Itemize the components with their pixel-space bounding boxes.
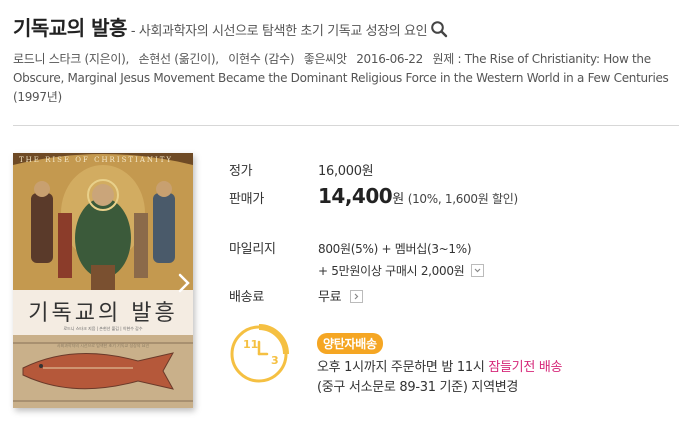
list-price-label: 정가 (229, 164, 253, 179)
book-title: 기독교의 발흥 (13, 16, 127, 40)
shipping-label: 배송료 (229, 290, 264, 305)
list-price-row: 정가 16,000원 (229, 160, 374, 179)
book-cover[interactable]: THE RISE OF CHRISTIANITY 기독교의 발흥 로드니 스타크… (13, 153, 193, 408)
title-row: 기독교의 발흥 - 사회과학자의 시선으로 탐색한 초기 기독교 성장의 요인 (13, 12, 448, 41)
cover-title-text: 기독교의 발흥 (28, 301, 178, 326)
publish-date: 2016-06-22 (356, 52, 423, 66)
shipping-row: 배송료 무료 (229, 286, 364, 305)
clock-number-3: 3 (271, 354, 279, 367)
translator-link[interactable]: 손현선 (옮긴이), (138, 52, 219, 66)
shipping-info-button[interactable] (350, 290, 364, 303)
book-subtitle: - 사회과학자의 시선으로 탐색한 초기 기독교 성장의 요인 (130, 24, 428, 39)
discount-info: (10%, 1,600원 할인) (407, 192, 518, 206)
sale-price-label: 판매가 (229, 192, 264, 207)
publisher-link[interactable]: 좋은씨앗 (304, 52, 347, 66)
cover-authors-text: 로드니 스타크 지음 | 손현선 옮김 | 이현수 감수 (63, 326, 143, 331)
cover-tagline-text: 사회과학자의 시선으로 탐색한 초기 기독교 성장의 요인 (56, 343, 150, 348)
mileage-row: 마일리지 800원(5%) + 멤버십(3~1%) (229, 238, 472, 257)
shipping-value: 무료 (318, 290, 342, 305)
mileage-expand-button[interactable] (471, 264, 485, 277)
sale-price-row: 판매가 14,400원 (10%, 1,600원 할인) (229, 184, 518, 208)
mileage-value: 800원(5%) + 멤버십(3~1%) (318, 242, 472, 256)
author-link[interactable]: 로드니 스타크 (지은이), (13, 52, 129, 66)
delivery-info: 오후 1시까지 주문하면 밤 11시 잠들기전 배송 (317, 356, 562, 375)
divider (13, 125, 679, 126)
mileage-extra-row: + 5만원이상 구매시 2,000원 (318, 262, 485, 279)
delivery-badge: 양탄자배송 (317, 333, 383, 354)
list-price-value: 16,000원 (318, 164, 374, 179)
search-icon[interactable] (430, 20, 448, 38)
delivery-region[interactable]: (중구 서소문로 89-31 기준) 지역변경 (317, 376, 518, 395)
clock-number-11: 11 (243, 338, 258, 351)
chevron-right-icon (354, 293, 359, 300)
delivery-time-text: 오후 1시까지 주문하면 밤 11시 (317, 360, 485, 375)
mileage-extra: + 5만원이상 구매시 2,000원 (318, 264, 465, 278)
cover-series-text: THE RISE OF CHRISTIANITY (19, 156, 174, 164)
cover-art (13, 153, 193, 408)
chevron-down-icon (474, 268, 481, 273)
clock-icon: 11 3 (229, 324, 289, 384)
book-meta: 로드니 스타크 (지은이), 손현선 (옮긴이), 이현수 (감수) 좋은씨앗 … (13, 50, 673, 107)
sale-price-value: 14,400 (318, 184, 393, 208)
mileage-label: 마일리지 (229, 242, 276, 257)
supervisor-link[interactable]: 이현수 (감수) (228, 52, 294, 66)
delivery-accent-text: 잠들기전 배송 (488, 360, 563, 375)
sale-price-unit: 원 (392, 192, 404, 207)
chevron-right-icon[interactable] (176, 271, 192, 295)
